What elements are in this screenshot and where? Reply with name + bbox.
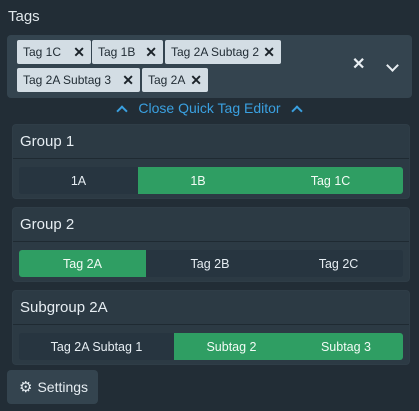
group-title: Subgroup 2A xyxy=(20,299,108,316)
segmented-control: Tag 2A Subtag 1 Subtag 2 Subtag 3 xyxy=(19,333,403,360)
tag-option[interactable]: Tag 2A xyxy=(19,250,146,277)
tag-group: Group 2 Tag 2A Tag 2B Tag 2C xyxy=(12,207,410,282)
tag-option[interactable]: Tag 2C xyxy=(274,250,403,277)
segmented-control: Tag 2A Tag 2B Tag 2C xyxy=(19,250,403,277)
tag-group: Group 1 1A 1B Tag 1C xyxy=(12,124,410,199)
chevron-up-icon xyxy=(291,104,303,117)
remove-tag-icon[interactable]: ✕ xyxy=(145,44,157,60)
segmented-control: 1A 1B Tag 1C xyxy=(19,167,403,194)
settings-label: Settings xyxy=(37,379,89,395)
tag-option[interactable]: Subtag 2 xyxy=(174,333,289,360)
tag-chip: Tag 2A Subtag 3 ✕ xyxy=(17,68,140,92)
tag-option[interactable]: 1A xyxy=(19,167,138,194)
tag-chip: Tag 1B ✕ xyxy=(92,40,163,64)
remove-tag-icon[interactable]: ✕ xyxy=(190,72,202,88)
tag-option[interactable]: Tag 1C xyxy=(258,167,403,194)
quick-editor-label: Close Quick Tag Editor xyxy=(138,100,281,116)
tag-option[interactable]: 1B xyxy=(138,167,258,194)
tag-option[interactable]: Subtag 3 xyxy=(289,333,403,360)
gear-icon: ⚙ xyxy=(19,378,33,396)
remove-tag-icon[interactable]: ✕ xyxy=(122,72,134,88)
remove-tag-icon[interactable]: ✕ xyxy=(73,44,85,60)
chevron-down-icon[interactable] xyxy=(386,57,399,75)
settings-button[interactable]: ⚙ Settings xyxy=(7,370,98,404)
tag-option[interactable]: Tag 2A Subtag 1 xyxy=(19,333,174,360)
tag-option[interactable]: Tag 2B xyxy=(146,250,274,277)
tag-chip-label: Tag 2A Subtag 3 xyxy=(23,73,112,87)
tag-group: Subgroup 2A Tag 2A Subtag 1 Subtag 2 Sub… xyxy=(12,290,410,365)
tag-chip: Tag 2A ✕ xyxy=(142,68,208,92)
tag-chip-label: Tag 2A xyxy=(148,73,186,87)
group-divider xyxy=(13,324,409,325)
close-quick-tag-editor-link[interactable]: Close Quick Tag Editor xyxy=(116,99,303,117)
tag-chip: Tag 1C ✕ xyxy=(17,40,91,64)
group-title: Group 2 xyxy=(20,216,75,233)
chevron-up-icon xyxy=(116,104,128,117)
group-title: Group 1 xyxy=(20,133,75,150)
remove-tag-icon[interactable]: ✕ xyxy=(263,44,275,60)
tag-chip-label: Tag 1C xyxy=(23,45,62,59)
tag-chip-label: Tag 1B xyxy=(98,45,136,59)
tag-chip: Tag 2A Subtag 2 ✕ xyxy=(165,40,281,64)
tag-chip-label: Tag 2A Subtag 2 xyxy=(171,45,260,59)
clear-all-icon[interactable]: ✕ xyxy=(352,54,365,74)
group-divider xyxy=(13,241,409,242)
tags-title: Tags xyxy=(8,8,40,25)
group-divider xyxy=(13,158,409,159)
